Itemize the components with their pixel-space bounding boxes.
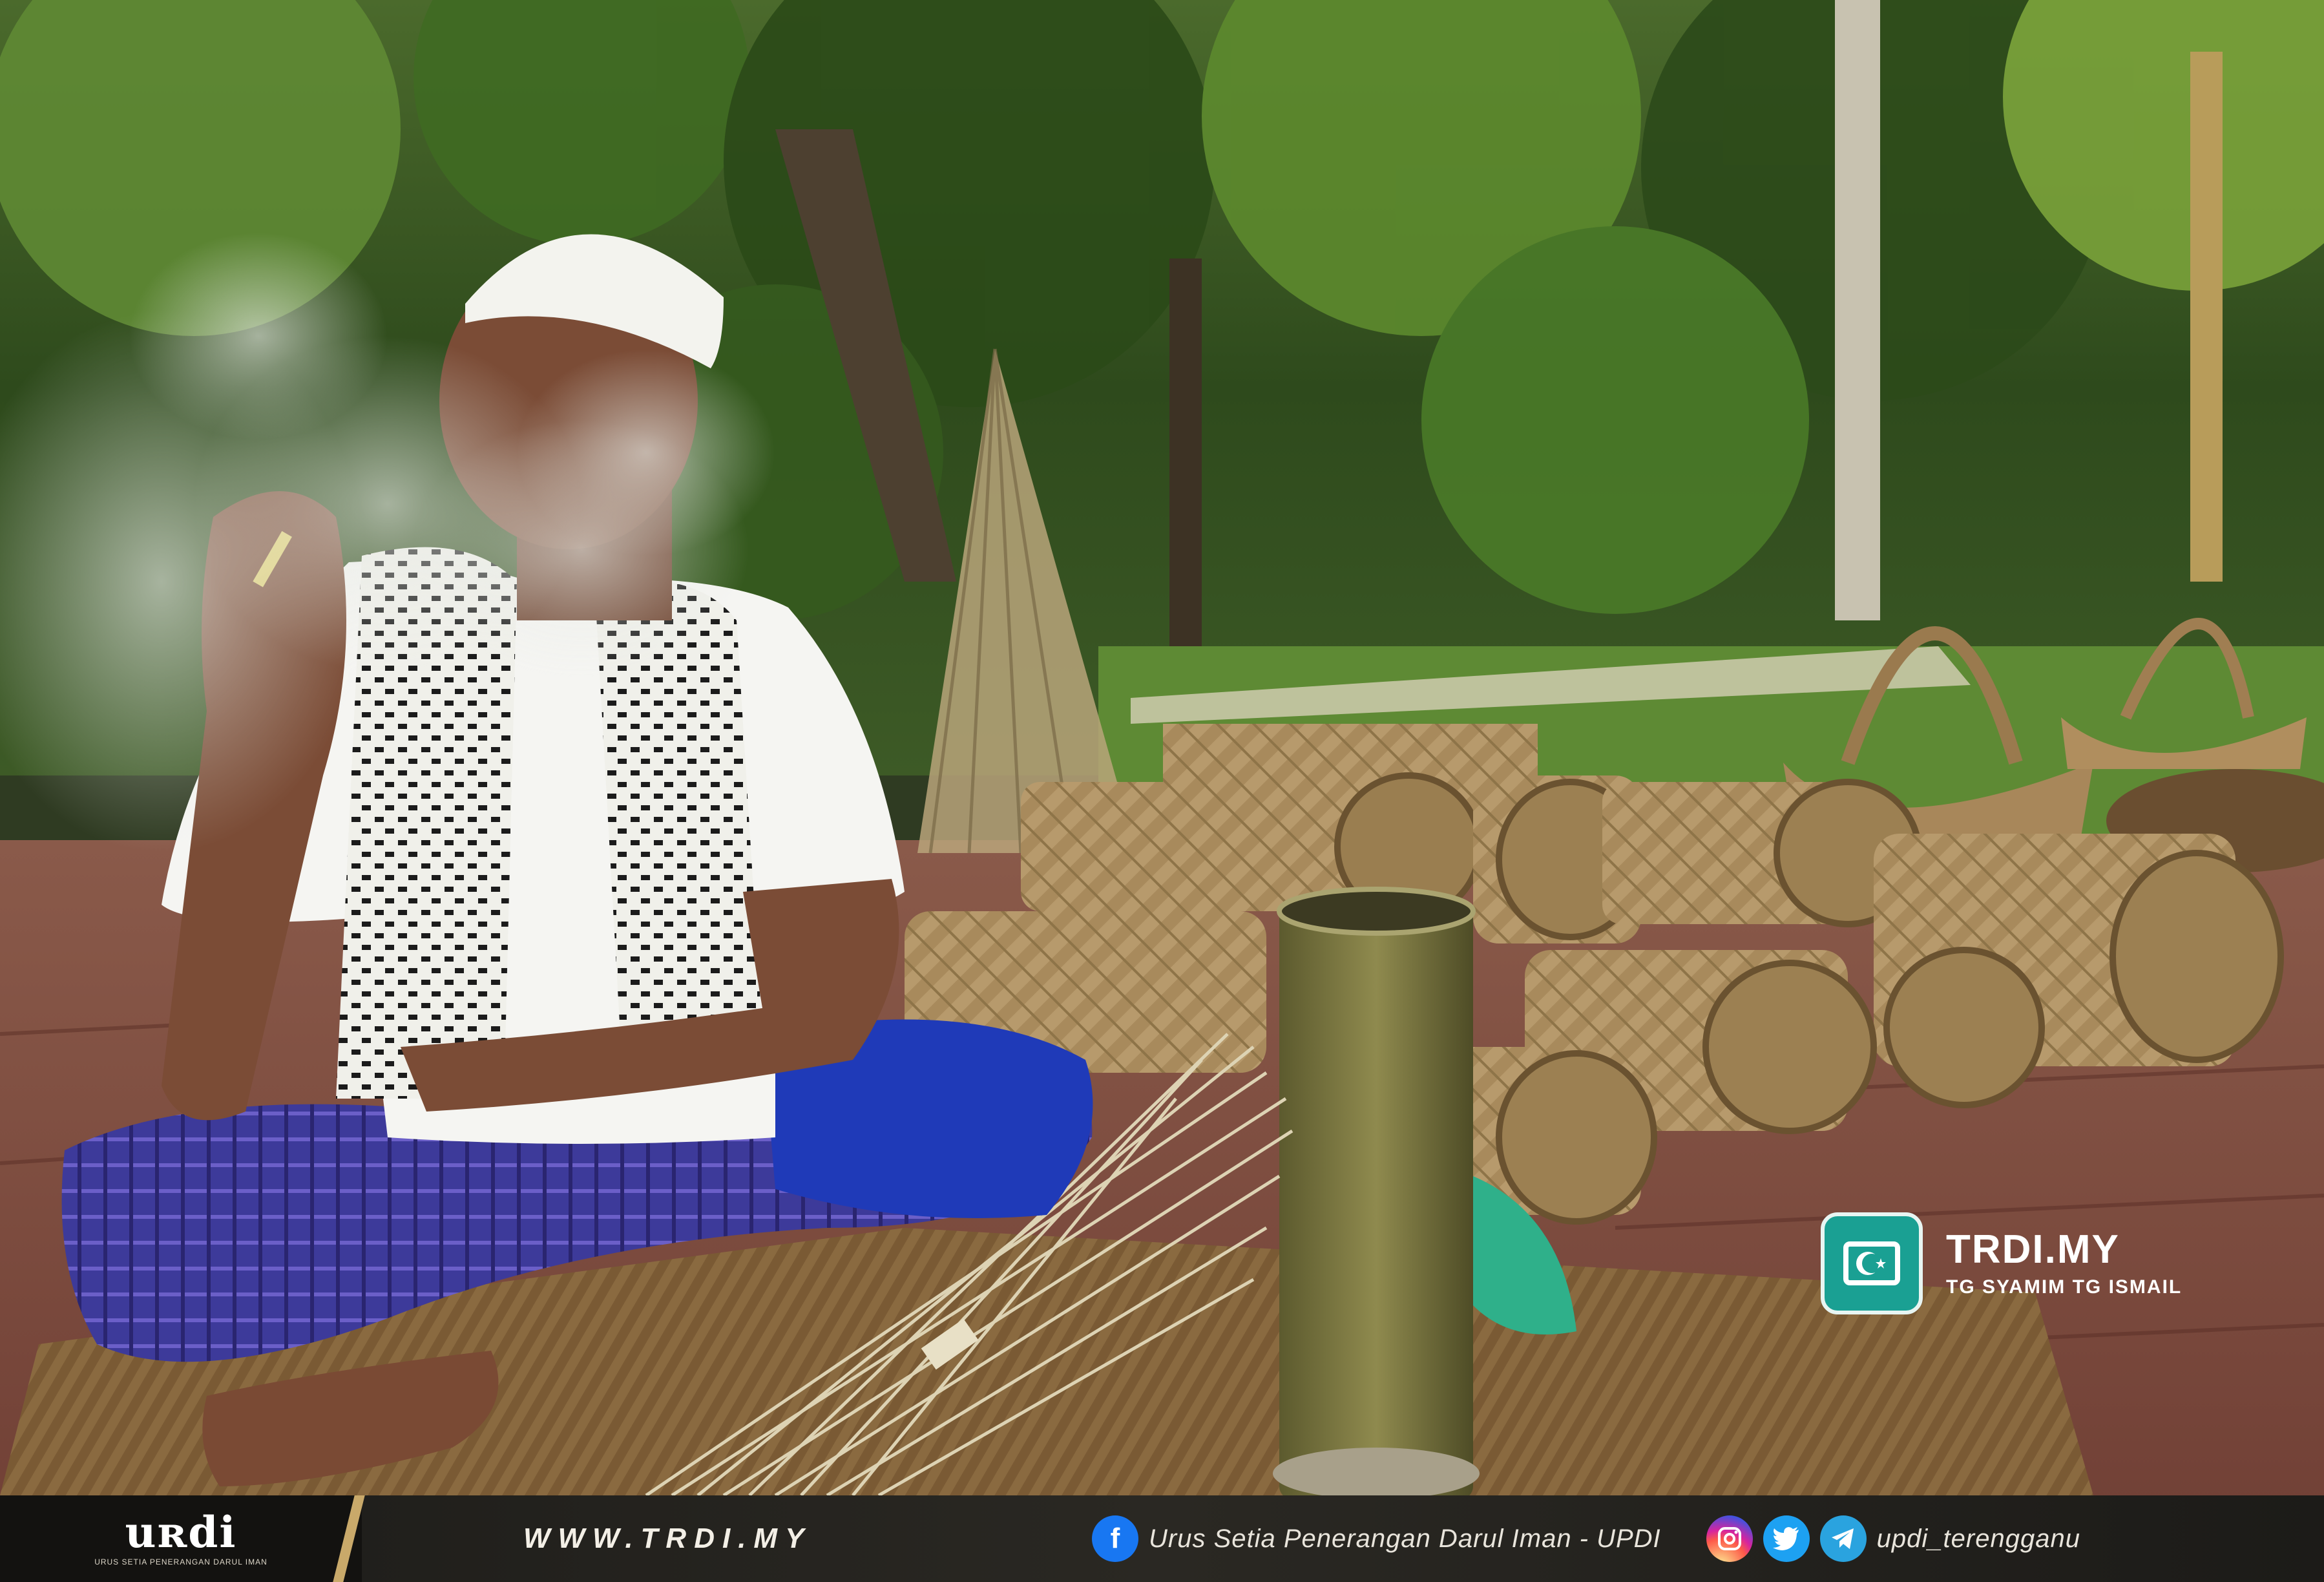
trdi-badge-icon — [1821, 1212, 1923, 1314]
logo-subtitle: URUS SETIA PENERANGAN DARUL IMAN — [94, 1557, 267, 1566]
social-handle[interactable]: updi_terengganu — [1877, 1524, 2080, 1554]
instagram-icon[interactable] — [1706, 1515, 1753, 1562]
watermark-text: TRDI.MY TG SYAMIM TG ISMAIL — [1946, 1229, 2182, 1298]
palm-trunk-right — [2190, 52, 2223, 582]
watermark-credit: TG SYAMIM TG ISMAIL — [1946, 1276, 2183, 1298]
watermark-brand: TRDI.MY — [1946, 1227, 2120, 1272]
twitter-icon[interactable] — [1763, 1515, 1810, 1562]
facebook-name[interactable]: Urus Setia Penerangan Darul Iman - UPDI — [1149, 1524, 1661, 1554]
website-link[interactable]: WWW.TRDI.MY — [523, 1523, 1092, 1555]
logo-text: uʀdi — [125, 1507, 237, 1557]
facebook-group[interactable]: f Urus Setia Penerangan Darul Iman - UPD… — [1092, 1515, 1661, 1562]
trdi-watermark: TRDI.MY TG SYAMIM TG ISMAIL — [1821, 1212, 2182, 1314]
facebook-icon[interactable]: f — [1092, 1515, 1138, 1562]
social-group[interactable]: updi_terengganu — [1706, 1515, 2080, 1562]
crescent-star-icon — [1843, 1241, 1900, 1285]
footer-banner: uʀdi URUS SETIA PENERANGAN DARUL IMAN WW… — [0, 1495, 2324, 1582]
palm-trunk — [1835, 0, 1880, 620]
photo-scene — [0, 0, 2324, 1582]
telegram-icon[interactable] — [1819, 1515, 1867, 1562]
bamboo-tube — [1273, 887, 1480, 1499]
updi-logo: uʀdi URUS SETIA PENERANGAN DARUL IMAN — [0, 1495, 362, 1582]
